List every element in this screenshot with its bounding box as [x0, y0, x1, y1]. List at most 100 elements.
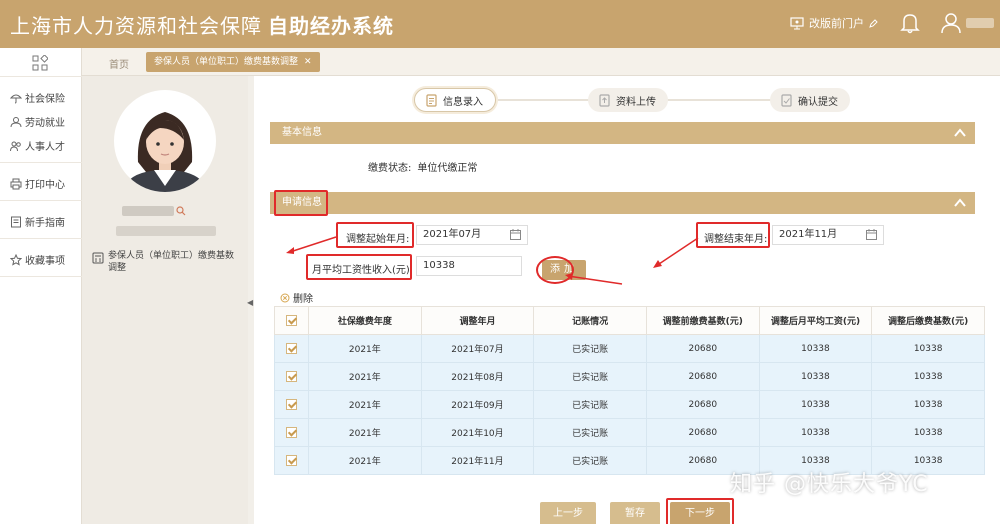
nav-item-label: 收藏事项: [25, 256, 65, 267]
left-nav: 社会保险 劳动就业 人事人才 打印中心 新手指南 收藏事项: [0, 48, 82, 524]
payment-status-value: 单位代缴正常: [417, 163, 478, 174]
table-row[interactable]: 2021年 2021年08月 已实记账 20680 10338 10338: [274, 362, 985, 391]
column-header: 调整年月: [420, 306, 535, 335]
nav-item-label: 社会保险: [25, 94, 65, 105]
panel-collapse-arrow[interactable]: ◀: [247, 298, 253, 308]
table-cell: 2021年07月: [420, 334, 535, 363]
old-portal-link[interactable]: 改版前门户: [790, 15, 878, 31]
row-checkbox[interactable]: [286, 399, 297, 410]
chevron-up-icon[interactable]: [953, 126, 967, 140]
table-cell: 10338: [871, 362, 985, 391]
table-cell: 2021年: [308, 418, 422, 447]
highlight-box: [696, 222, 770, 248]
tabs-bar: 首页 参保人员（单位职工）缴费基数调整 ✕: [82, 48, 1000, 76]
save-draft-button[interactable]: 暂存: [610, 502, 660, 524]
row-select-cell[interactable]: [274, 390, 309, 419]
close-icon[interactable]: ✕: [304, 52, 312, 72]
table-cell: 20680: [645, 334, 760, 363]
table-cell: 20680: [645, 362, 760, 391]
nav-item-print-center[interactable]: 打印中心: [10, 176, 65, 191]
column-header: 记账情况: [533, 306, 647, 335]
table-cell: 10338: [758, 418, 873, 447]
person-name-blurred: [122, 206, 174, 216]
nav-item-label: 人事人才: [25, 142, 65, 153]
row-select-cell[interactable]: [274, 334, 309, 363]
nav-item-label: 打印中心: [25, 180, 65, 191]
calendar-icon[interactable]: [510, 229, 521, 240]
highlight-box: [666, 498, 734, 524]
table-cell: 2021年09月: [420, 390, 535, 419]
app-title-main: 上海市人力资源和社会保障: [10, 14, 262, 38]
monitor-icon: [790, 16, 804, 29]
nav-item-label: 劳动就业: [25, 118, 65, 129]
tab-contribution-base-adjust[interactable]: 参保人员（单位职工）缴费基数调整 ✕: [146, 52, 320, 72]
column-header: 社保缴费年度: [308, 306, 422, 335]
row-select-cell[interactable]: [274, 418, 309, 447]
chevron-up-icon[interactable]: [953, 196, 967, 210]
table-cell: 10338: [871, 418, 985, 447]
calendar-icon[interactable]: [866, 229, 877, 240]
step-confirm-submit[interactable]: 确认提交: [770, 88, 850, 112]
old-portal-label: 改版前门户: [809, 17, 864, 30]
bell-icon[interactable]: [900, 12, 920, 34]
tab-home[interactable]: 首页: [109, 56, 129, 71]
watermark: 知乎 @快乐大爷YC: [730, 472, 929, 497]
income-value: 10338: [423, 260, 455, 271]
column-header: 调整前缴费基数(元): [645, 306, 760, 335]
start-month-input[interactable]: 2021年07月: [416, 225, 528, 245]
nav-item-beginner-guide[interactable]: 新手指南: [10, 214, 65, 229]
table-cell: 20680: [645, 390, 760, 419]
select-all-cell[interactable]: [274, 306, 309, 335]
payment-status-label: 缴费状态:: [368, 163, 412, 174]
section-title: 基本信息: [282, 127, 322, 138]
profile-menu-item[interactable]: 参保人员（单位职工）缴费基数调整: [92, 250, 242, 274]
app-title: 上海市人力资源和社会保障 自助经办系统: [10, 10, 394, 39]
row-select-cell[interactable]: [274, 362, 309, 391]
table-cell: 2021年10月: [420, 418, 535, 447]
annotation-arrow: [653, 237, 699, 268]
table-cell: 10338: [871, 390, 985, 419]
row-checkbox[interactable]: [286, 455, 297, 466]
search-small-icon[interactable]: [176, 206, 186, 216]
table-row[interactable]: 2021年 2021年09月 已实记账 20680 10338 10338: [274, 390, 985, 419]
upload-icon: [599, 93, 610, 107]
table-cell: 已实记账: [533, 418, 647, 447]
guide-icon: [11, 216, 21, 227]
row-checkbox[interactable]: [286, 427, 297, 438]
step-upload[interactable]: 资料上传: [588, 88, 668, 112]
table-cell: 10338: [758, 362, 873, 391]
nav-divider: [0, 200, 82, 201]
end-month-input[interactable]: 2021年11月: [772, 225, 884, 245]
submit-icon: [781, 93, 792, 107]
profile-panel: 参保人员（单位职工）缴费基数调整: [82, 76, 248, 524]
select-all-checkbox[interactable]: [286, 315, 297, 326]
nav-item-personnel[interactable]: 人事人才: [10, 138, 65, 153]
user-icon[interactable]: [940, 12, 962, 34]
row-checkbox[interactable]: [286, 371, 297, 382]
delete-button[interactable]: 删除: [280, 290, 313, 305]
income-input[interactable]: 10338: [416, 256, 522, 276]
highlight-box: [306, 254, 412, 280]
female-avatar-icon: [122, 112, 208, 192]
row-select-cell[interactable]: [274, 446, 309, 475]
prev-step-button[interactable]: 上一步: [540, 502, 596, 524]
basic-info-header[interactable]: 基本信息: [270, 122, 975, 144]
apply-info-header[interactable]: 申请信息: [270, 192, 975, 214]
table-cell: 已实记账: [533, 334, 647, 363]
table-cell: 20680: [645, 418, 760, 447]
start-month-value: 2021年07月: [423, 229, 482, 240]
nav-divider: [0, 276, 82, 277]
main-content: 信息录入 资料上传 确认提交 基本信息 缴费状态: 单位代缴正常 申请信息 调整起…: [254, 76, 1000, 524]
table-row[interactable]: 2021年 2021年10月 已实记账 20680 10338 10338: [274, 418, 985, 447]
nav-item-favorites[interactable]: 收藏事项: [10, 252, 65, 267]
row-checkbox[interactable]: [286, 343, 297, 354]
nav-item-social-insurance[interactable]: 社会保险: [10, 90, 65, 105]
apps-grid-icon[interactable]: [32, 55, 48, 71]
stepper: 信息录入 资料上传 确认提交: [414, 86, 854, 114]
table-row[interactable]: 2021年 2021年07月 已实记账 20680 10338 10338: [274, 334, 985, 363]
step-info-entry[interactable]: 信息录入: [414, 88, 496, 112]
highlight-box: [336, 222, 414, 248]
table-cell: 10338: [758, 390, 873, 419]
table-cell: 已实记账: [533, 362, 647, 391]
nav-item-employment[interactable]: 劳动就业: [10, 114, 65, 129]
